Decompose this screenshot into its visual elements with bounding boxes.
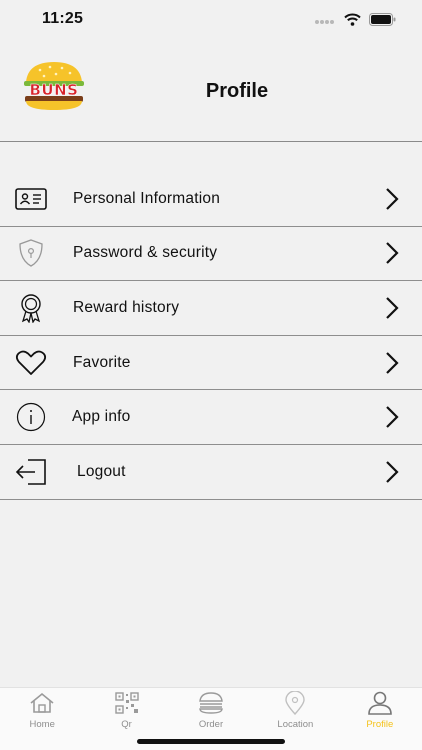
page-title: Profile [205,80,269,102]
menu-item-label: Logout [77,462,126,480]
menu-item-logout[interactable]: Logout [0,445,422,500]
menu-item-personal-information[interactable]: Personal Information [0,172,422,227]
tab-qr[interactable]: Qr [84,688,168,734]
tab-location[interactable]: Location [253,688,337,734]
chevron-right-icon [384,405,400,429]
tab-home[interactable]: Home [0,688,84,734]
status-bar: 11:25 [0,0,422,40]
chevron-right-icon [384,351,400,375]
menu-item-label: Password & security [73,244,218,262]
menu-item-password-security[interactable]: Password & security [0,227,422,282]
tab-profile[interactable]: Profile [338,688,422,734]
logout-icon [14,456,48,488]
tab-label: Location [277,719,314,730]
shield-key-icon [14,237,48,269]
info-icon [14,401,48,433]
tab-label: Home [29,719,55,730]
menu-item-reward-history[interactable]: Reward history [0,281,422,336]
status-time: 11:25 [42,10,84,27]
tab-label: Order [198,719,224,730]
signal-icon [314,13,336,31]
chevron-right-icon [384,296,400,320]
wifi-icon [344,13,361,31]
header: BUNS Profile [0,40,422,142]
award-ribbon-icon [14,292,48,324]
battery-icon [369,13,396,31]
home-icon [28,691,56,715]
burger-icon [197,691,225,715]
menu-item-label: Personal Information [73,189,221,207]
tab-label: Profile [366,719,394,730]
menu-item-label: Favorite [73,353,131,371]
menu-item-label: Reward history [73,298,180,316]
chevron-right-icon [384,460,400,484]
tab-label: Qr [121,719,132,730]
tab-order[interactable]: Order [169,688,253,734]
profile-menu: Personal Information Password & security [0,172,422,500]
chevron-right-icon [384,241,400,265]
id-card-icon [14,183,48,215]
home-indicator [137,739,285,744]
chevron-right-icon [384,187,400,211]
status-icons [314,13,396,31]
menu-item-favorite[interactable]: Favorite [0,336,422,391]
menu-item-label: App info [72,408,131,426]
location-pin-icon [281,691,309,715]
user-icon [366,691,394,715]
heart-icon [14,347,48,379]
qr-code-icon [113,691,141,715]
menu-item-app-info[interactable]: App info [0,390,422,445]
